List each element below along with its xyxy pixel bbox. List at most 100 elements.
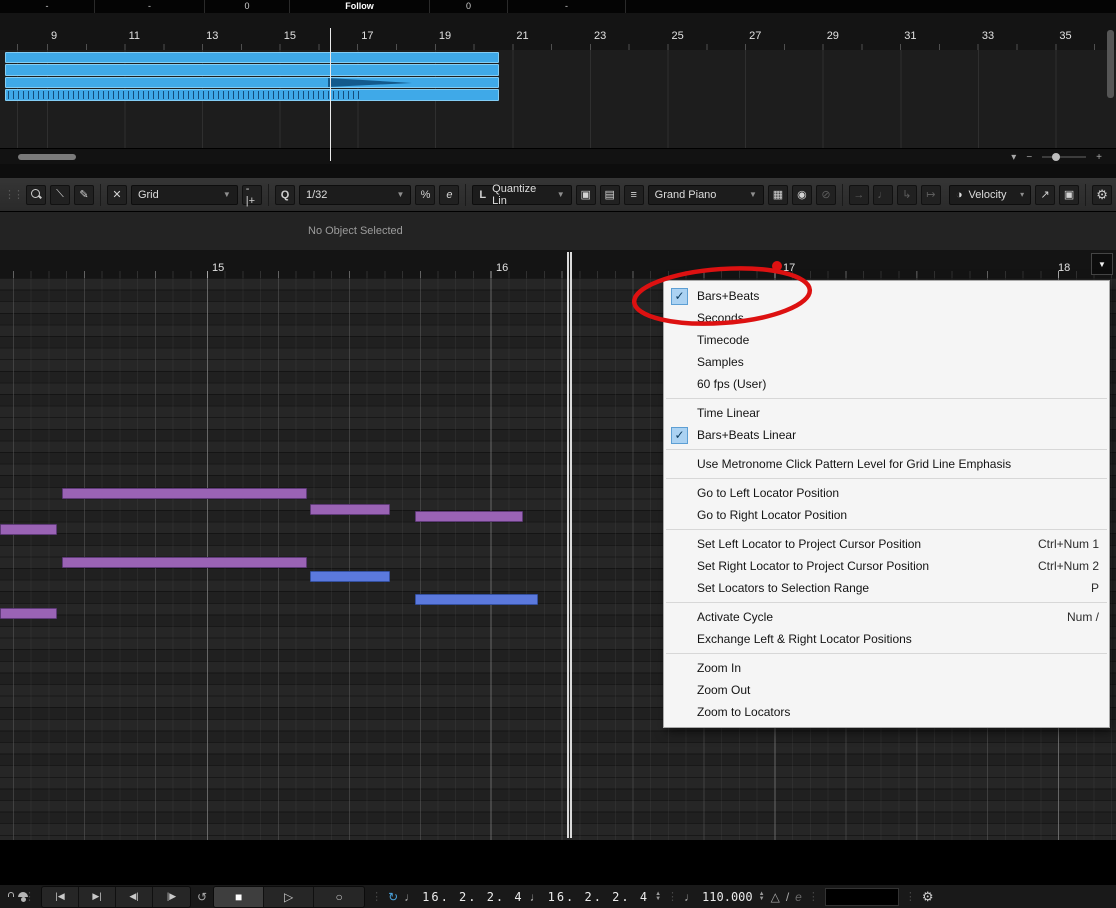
midi-note[interactable] [0, 524, 57, 535]
overview-event[interactable] [5, 77, 499, 88]
metronome-button[interactable]: △ [771, 890, 780, 904]
secondary-time-display[interactable]: 16. 2. 2. 4 [548, 890, 649, 904]
midi-note[interactable] [415, 594, 538, 605]
line-tool-button[interactable]: ⟍ [50, 184, 70, 205]
cycle-button[interactable]: ↻ [388, 890, 398, 904]
menu-item[interactable]: Go to Left Locator Position [664, 482, 1109, 504]
primary-time-display[interactable]: 16. 2. 2. 4 [422, 890, 523, 904]
overview-events-area[interactable] [0, 50, 1116, 149]
zoom-tool-button[interactable] [26, 184, 46, 205]
menu-item[interactable]: Set Left Locator to Project Cursor Posit… [664, 533, 1109, 555]
editor-ruler[interactable]: ▼ 15 16 17 18 [0, 250, 1116, 279]
go-to-end-button[interactable]: ▶| [79, 886, 116, 907]
menu-item[interactable]: Exchange Left & Right Locator Positions [664, 628, 1109, 650]
top-info-cell[interactable]: 0 [430, 0, 508, 13]
retrospective-record-button[interactable]: ↺ [197, 890, 207, 904]
menu-item[interactable]: Zoom Out [664, 679, 1109, 701]
top-info-cell[interactable]: - [508, 0, 626, 13]
menu-item[interactable]: ✓ Bars+Beats [664, 285, 1109, 307]
tempo-display[interactable]: 110.000 [702, 890, 753, 904]
time-spinner[interactable]: ▲ ▼ [655, 891, 661, 902]
part-selector-dropdown[interactable]: Grand Piano ▼ [647, 184, 764, 205]
menu-item[interactable]: Set Right Locator to Project Cursor Posi… [664, 555, 1109, 577]
toolbar-divider [100, 183, 101, 206]
part-list-button[interactable]: ▤ [599, 184, 620, 205]
move-insert-button[interactable]: ↳ [896, 184, 917, 205]
snap-offset-button[interactable]: -|+ [241, 183, 263, 207]
open-in-window-button[interactable]: ↗ [1035, 184, 1056, 205]
midi-input-button[interactable]: ♩ [872, 184, 893, 205]
sync-button[interactable]: e [795, 890, 802, 904]
toolbar-setup-button[interactable]: ⚙ [1092, 184, 1113, 205]
menu-item[interactable]: Zoom to Locators [664, 701, 1109, 723]
time-format-icon[interactable]: ♩ [530, 890, 542, 904]
step-input-button[interactable]: → [848, 184, 869, 205]
menu-item[interactable]: 60 fps (User) [664, 373, 1109, 395]
menu-item[interactable]: Set Locators to Selection Range P [664, 577, 1109, 599]
menu-item[interactable]: Use Metronome Click Pattern Level for Gr… [664, 453, 1109, 475]
color-scheme-button[interactable]: ◉ [791, 184, 812, 205]
no-overlap-button[interactable]: ⊘ [815, 184, 836, 205]
event-colors-dropdown[interactable]: ◑ Velocity ▾ [948, 184, 1032, 205]
record-button[interactable]: ○ [314, 887, 364, 907]
nudge-back-button[interactable]: ◀| [116, 886, 153, 907]
midi-note[interactable] [310, 571, 390, 582]
snap-toggle-button[interactable]: ✕ [106, 184, 127, 205]
midi-note[interactable] [310, 504, 390, 515]
menu-item[interactable]: Seconds [664, 307, 1109, 329]
part-borders-button[interactable]: ▣ [575, 184, 596, 205]
overview-event[interactable] [5, 89, 499, 101]
length-quantize-badge: L [479, 188, 487, 201]
length-quantize-dropdown[interactable]: L Quantize Lin ▼ [472, 183, 572, 207]
menu-item[interactable]: Samples [664, 351, 1109, 373]
zoom-preset-icon[interactable]: ▾ [1011, 152, 1016, 163]
top-info-cell[interactable]: - [95, 0, 205, 13]
toolbar-grip[interactable]: ⋮⋮ [4, 188, 24, 201]
zoom-slider[interactable] [1042, 153, 1087, 161]
snap-type-dropdown[interactable]: Grid ▼ [130, 184, 238, 205]
grid-overlay-button[interactable]: ▦ [767, 184, 788, 205]
transport-setup-gear-icon[interactable]: ⚙ [922, 889, 934, 905]
overview-event[interactable] [5, 64, 499, 76]
nudge-forward-button[interactable]: |▶ [153, 887, 190, 907]
overview-event[interactable] [5, 52, 499, 63]
overview-vertical-scrollbar[interactable] [1107, 30, 1114, 98]
cubase-key-editor-window: - -0 Follow 0- 9 11 13 15 17 19 21 23 25 27 29 31 33 35 … [0, 0, 1116, 908]
scrollbar-handle[interactable] [18, 154, 76, 160]
zoom-in-icon[interactable]: + [1096, 152, 1102, 163]
zoom-slider-handle[interactable] [1052, 153, 1061, 161]
time-format-icon[interactable]: ♩ [404, 890, 416, 904]
tempo-spinner[interactable]: ▲ ▼ [759, 891, 765, 902]
editor-layout-button[interactable]: ▣ [1059, 184, 1080, 205]
midi-note[interactable] [0, 608, 57, 619]
overview-horizontal-scrollbar[interactable]: ▾ − + [0, 148, 1116, 165]
quantize-preset-dropdown[interactable]: 1/32 ▼ [298, 184, 412, 205]
top-info-cell[interactable]: - [0, 0, 95, 13]
time-signature-button[interactable]: / [786, 890, 789, 904]
midi-note[interactable] [415, 511, 523, 522]
menu-item[interactable]: Zoom In [664, 657, 1109, 679]
ruler-options-button[interactable]: ▼ [1091, 253, 1113, 275]
menu-separator [666, 449, 1107, 450]
menu-item[interactable]: ✓ Bars+Beats Linear [664, 424, 1109, 446]
quantize-panel-button[interactable]: e [439, 184, 460, 205]
zoom-out-icon[interactable]: − [1026, 152, 1032, 163]
menu-item-label: Go to Left Locator Position [697, 486, 840, 500]
stack-icon-button[interactable]: ≡ [623, 184, 644, 205]
tempo-icon[interactable]: ♩ [684, 890, 696, 904]
menu-item[interactable]: Timecode [664, 329, 1109, 351]
go-to-start-button[interactable]: |◀ [42, 886, 79, 907]
stop-button[interactable]: ■ [214, 886, 265, 907]
menu-item[interactable]: Go to Right Locator Position [664, 504, 1109, 526]
midi-note[interactable] [62, 557, 307, 568]
insert-mode-button[interactable]: ↦ [920, 184, 941, 205]
play-button[interactable]: ▷ [264, 886, 315, 907]
top-info-cell[interactable]: 0 [205, 0, 290, 13]
midi-note[interactable] [62, 488, 307, 499]
top-info-cell[interactable]: Follow [290, 0, 430, 13]
overview-ruler[interactable]: 9 11 13 15 17 19 21 23 25 27 29 31 33 35 [0, 13, 1116, 50]
menu-item[interactable]: Activate Cycle Num / [664, 606, 1109, 628]
draw-tool-button[interactable]: ✎ [74, 184, 94, 205]
menu-item[interactable]: Time Linear [664, 402, 1109, 424]
swing-quantize-button[interactable]: % [415, 184, 436, 205]
